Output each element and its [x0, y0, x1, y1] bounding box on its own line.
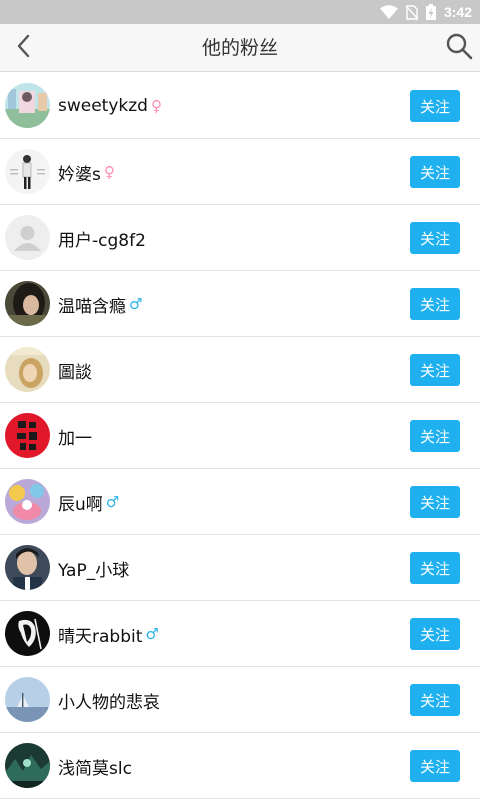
page-title: 他的粉丝: [201, 37, 278, 59]
fan-name: YaP_小球: [58, 560, 130, 581]
no-sim-icon: [405, 4, 418, 20]
battery-charging-icon: [425, 4, 436, 20]
list-item[interactable]: 温喵含瘾 ♂ 关注: [0, 271, 480, 337]
list-item[interactable]: sweetykzd ♀ 关注: [0, 73, 480, 139]
follow-button[interactable]: 关注: [410, 222, 460, 254]
list-item[interactable]: 圖談 关注: [0, 337, 480, 403]
gender-female-icon: ♀: [103, 162, 115, 181]
wifi-icon: [379, 5, 398, 19]
fan-name-wrap: 辰u啊 ♂: [58, 469, 119, 535]
follow-button[interactable]: 关注: [410, 90, 460, 122]
search-button[interactable]: [444, 33, 474, 63]
avatar[interactable]: [5, 743, 50, 788]
fan-name: 加一: [58, 428, 92, 449]
fan-name: sweetykzd: [58, 96, 148, 116]
fan-name-wrap: 圖談: [58, 337, 92, 403]
fan-name-wrap: YaP_小球: [58, 535, 129, 601]
fan-name: 辰u啊: [58, 494, 103, 515]
avatar[interactable]: [5, 413, 50, 458]
fan-name-wrap: 妗婆s ♀: [58, 139, 115, 205]
fan-name-wrap: 用户-cg8f2: [58, 205, 146, 271]
status-bar: 3:42: [0, 0, 480, 24]
gender-male-icon: ♂: [129, 294, 143, 313]
list-item[interactable]: YaP_小球 关注: [0, 535, 480, 601]
avatar[interactable]: [5, 281, 50, 326]
follow-button[interactable]: 关注: [410, 552, 460, 584]
fan-name: 晴天rabbit: [58, 626, 143, 647]
fan-name-wrap: 浅简莫slc: [58, 733, 132, 799]
fan-name: 温喵含瘾: [58, 296, 126, 317]
follow-button[interactable]: 关注: [410, 750, 460, 782]
search-icon: [445, 32, 473, 64]
list-item[interactable]: 辰u啊 ♂ 关注: [0, 469, 480, 535]
gender-male-icon: ♂: [145, 624, 159, 643]
follow-button[interactable]: 关注: [410, 618, 460, 650]
gender-male-icon: ♂: [105, 492, 120, 511]
fan-name-wrap: 小人物的悲哀: [58, 667, 160, 733]
avatar[interactable]: [5, 545, 50, 590]
follow-button[interactable]: 关注: [410, 354, 460, 386]
fan-name: 圖談: [58, 362, 92, 383]
list-item[interactable]: 小人物的悲哀 关注: [0, 667, 480, 733]
fans-list: sweetykzd ♀ 关注 妗婆s ♀ 关注 用户-cg8f2 关注 温喵含瘾…: [0, 73, 480, 799]
follow-button[interactable]: 关注: [410, 156, 460, 188]
avatar[interactable]: [5, 479, 50, 524]
fan-name-wrap: 温喵含瘾 ♂: [58, 271, 142, 337]
list-item[interactable]: 加一 关注: [0, 403, 480, 469]
avatar[interactable]: [5, 149, 50, 194]
avatar[interactable]: [5, 83, 50, 128]
top-header: 他的粉丝: [0, 24, 480, 72]
avatar[interactable]: [5, 347, 50, 392]
avatar[interactable]: [5, 215, 50, 260]
follow-button[interactable]: 关注: [410, 420, 460, 452]
fan-name: 小人物的悲哀: [58, 692, 160, 713]
follow-button[interactable]: 关注: [410, 288, 460, 320]
fan-name-wrap: sweetykzd ♀: [58, 73, 162, 139]
list-item[interactable]: 用户-cg8f2 关注: [0, 205, 480, 271]
fan-name: 用户-cg8f2: [58, 230, 146, 251]
gender-female-icon: ♀: [150, 96, 162, 115]
fan-name-wrap: 加一: [58, 403, 92, 469]
list-item[interactable]: 晴天rabbit ♂ 关注: [0, 601, 480, 667]
avatar[interactable]: [5, 677, 50, 722]
list-item[interactable]: 妗婆s ♀ 关注: [0, 139, 480, 205]
fan-name: 妗婆s: [58, 164, 101, 185]
fan-name-wrap: 晴天rabbit ♂: [58, 601, 159, 667]
follow-button[interactable]: 关注: [410, 684, 460, 716]
avatar[interactable]: [5, 611, 50, 656]
fan-name: 浅简莫slc: [58, 758, 132, 779]
list-item[interactable]: 浅简莫slc 关注: [0, 733, 480, 799]
status-time: 3:42: [443, 4, 472, 20]
follow-button[interactable]: 关注: [410, 486, 460, 518]
